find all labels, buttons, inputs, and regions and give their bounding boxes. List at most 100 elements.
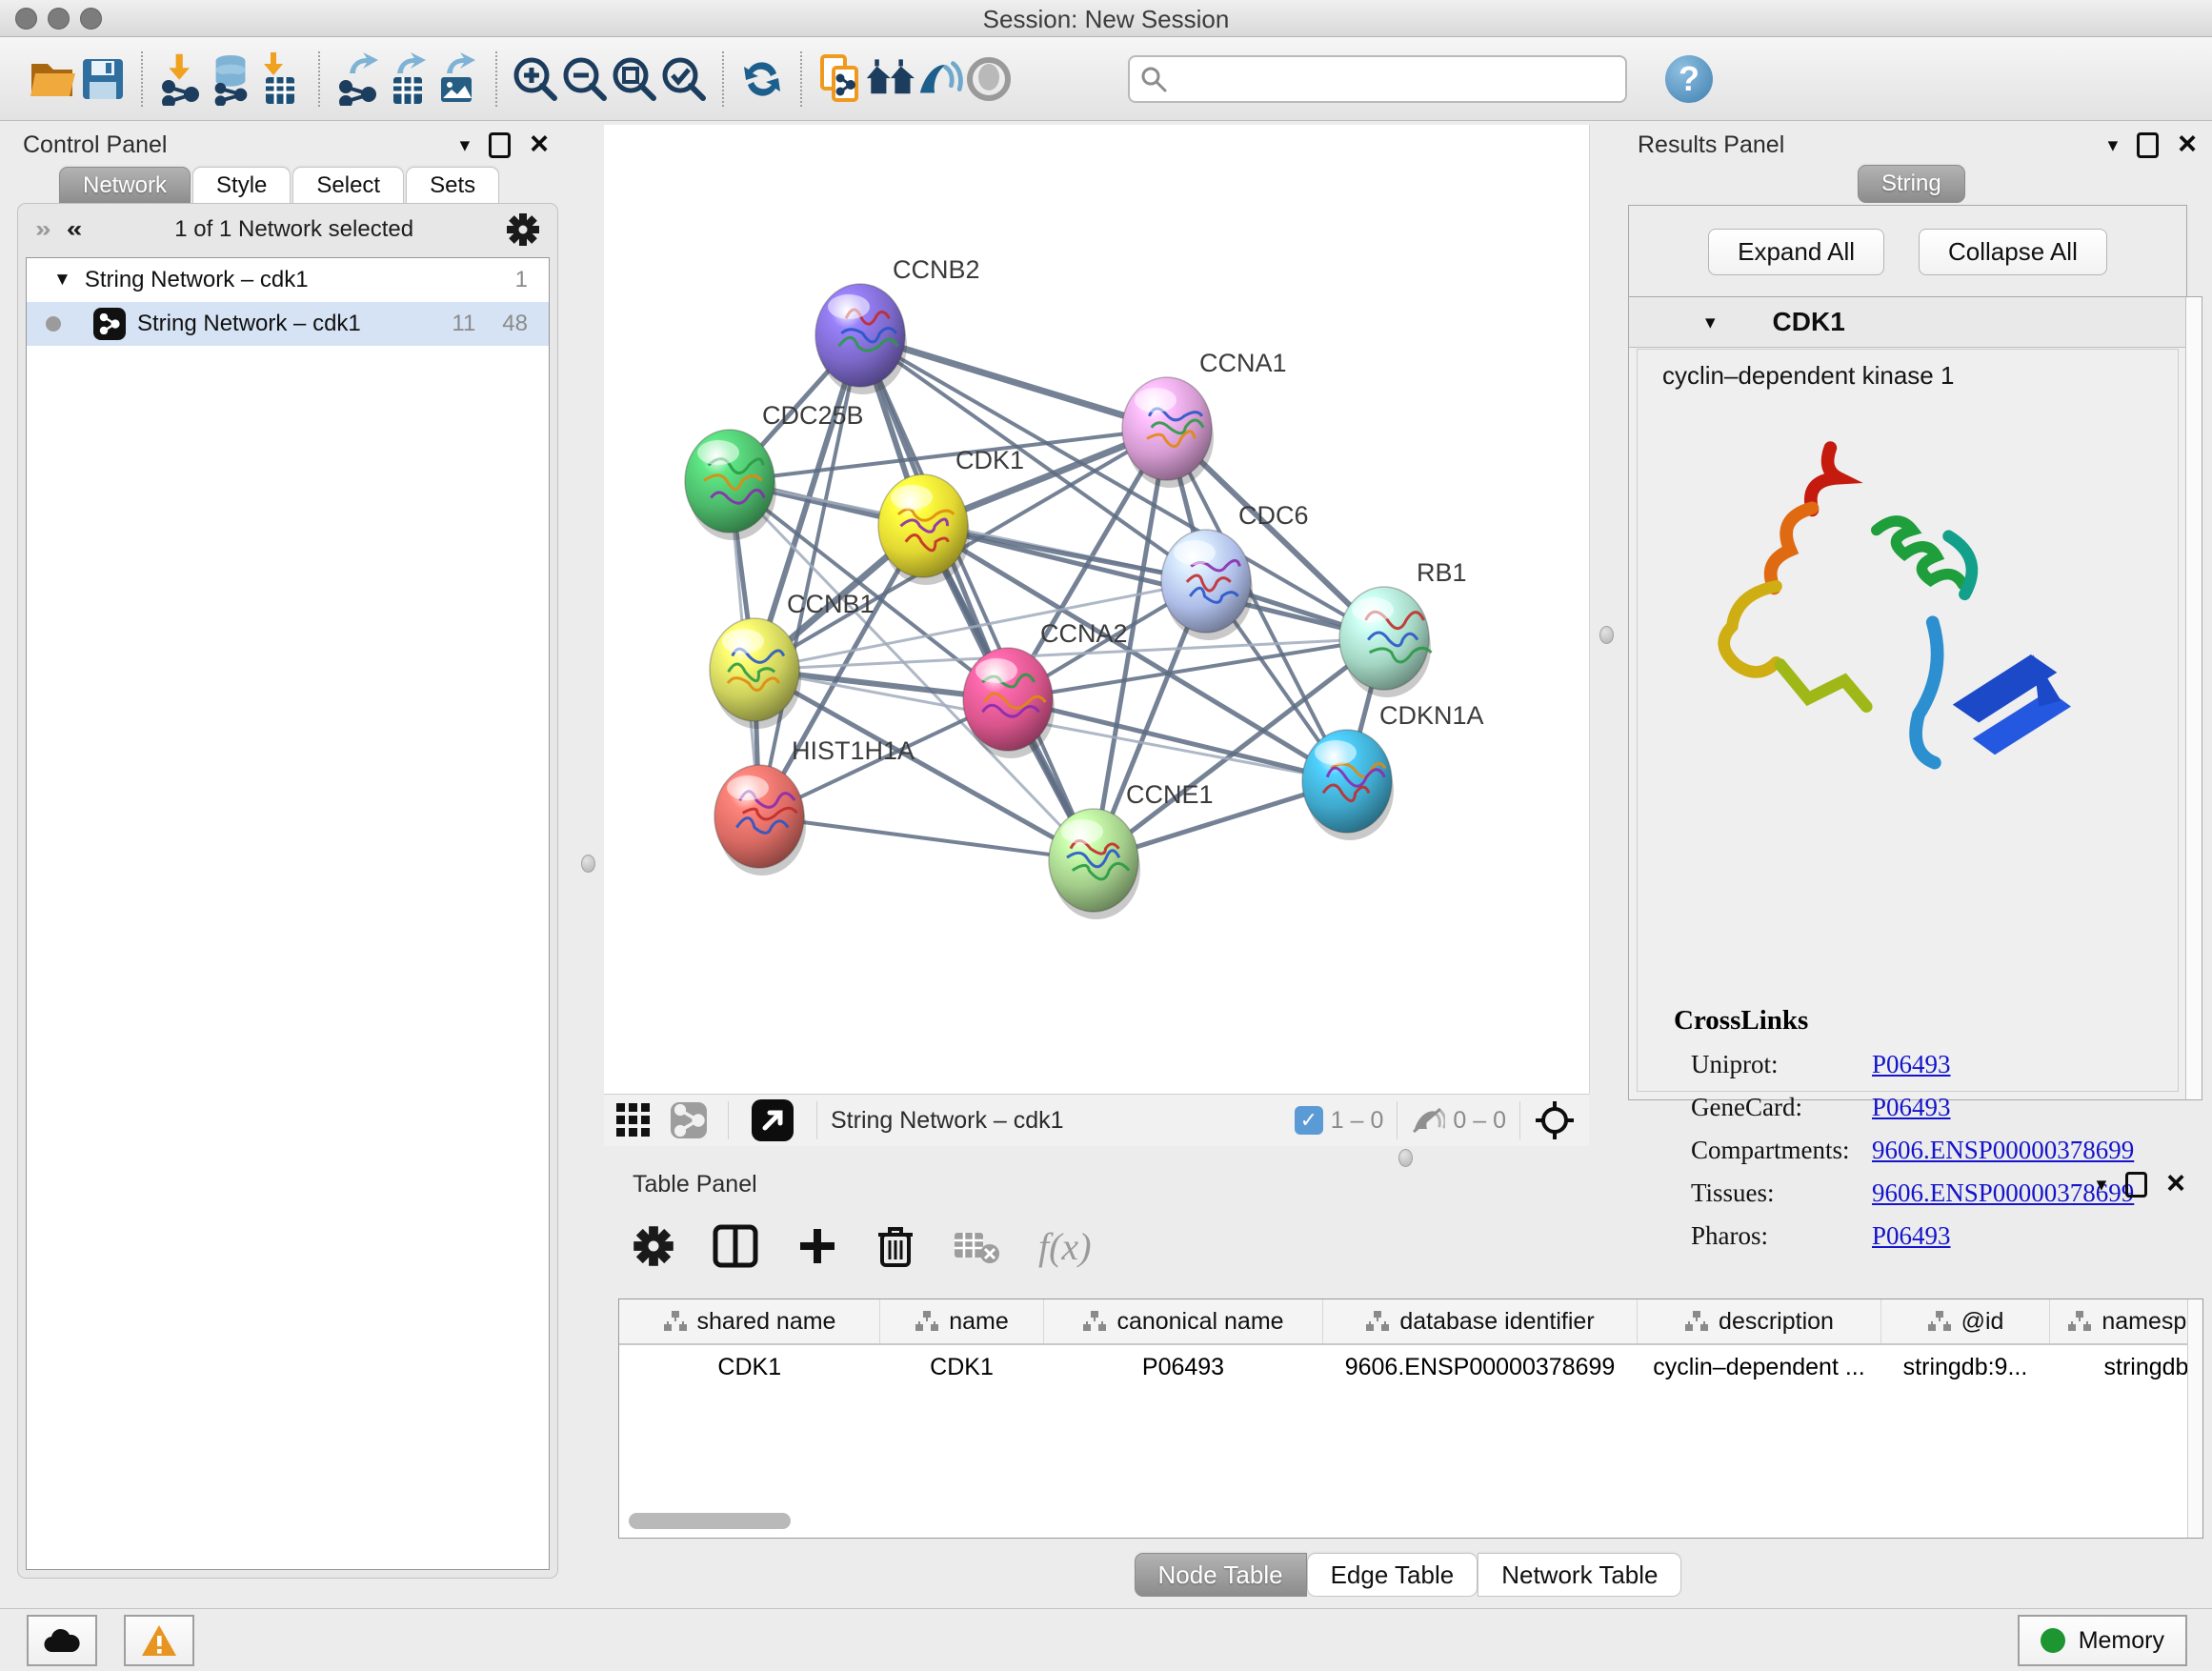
table-horizontal-scrollbar[interactable] [629, 1513, 791, 1529]
birdseye-grid-button[interactable] [604, 1094, 663, 1147]
zoom-in-button[interactable] [511, 52, 560, 106]
crosslink-link[interactable]: 9606.ENSP00000378699 [1872, 1136, 2134, 1165]
column-header-shared-name[interactable]: shared name [619, 1299, 880, 1344]
close-panel-icon[interactable]: × [2178, 131, 2197, 157]
cloud-status-button[interactable] [27, 1615, 97, 1666]
string-home-button[interactable] [865, 52, 915, 106]
float-panel-icon[interactable] [2125, 1172, 2147, 1198]
collapse-panel-icon[interactable]: ▾ [2097, 1175, 2107, 1195]
zoom-out-button[interactable] [560, 52, 610, 106]
crosslink-link[interactable]: P06493 [1872, 1093, 1951, 1122]
column-header-@id[interactable]: @id [1881, 1299, 2050, 1344]
tree-expand-icon[interactable]: ▼ [53, 270, 71, 291]
column-header-database-identifier[interactable]: database identifier [1323, 1299, 1638, 1344]
open-session-button[interactable] [29, 52, 78, 106]
node-table[interactable]: shared namenamecanonical namedatabase id… [618, 1299, 2203, 1539]
network-overview-button[interactable] [663, 1094, 714, 1147]
separator [1519, 1101, 1520, 1139]
expand-all-button[interactable]: Expand All [1708, 229, 1884, 275]
string-copy-network-button[interactable] [815, 52, 865, 106]
float-panel-icon[interactable] [489, 132, 511, 158]
show-graphics-details-button[interactable] [964, 52, 1014, 106]
network-node-CCNA2[interactable]: CCNA2 [963, 619, 1128, 758]
tab-select[interactable]: Select [292, 167, 404, 205]
apply-layout-button[interactable] [737, 52, 787, 106]
import-table-button[interactable] [255, 52, 305, 106]
hidden-eye-icon[interactable] [1411, 1106, 1445, 1135]
collapse-all-networks-icon[interactable]: «︎ [67, 218, 83, 241]
table-cell[interactable]: 9606.ENSP00000378699 [1323, 1344, 1638, 1389]
selected-checkbox-icon[interactable]: ✓ [1295, 1106, 1323, 1135]
network-options-gear-icon[interactable] [506, 212, 540, 247]
table-options-gear-icon[interactable] [633, 1225, 674, 1267]
search-box[interactable] [1128, 55, 1627, 103]
network-edge[interactable] [759, 816, 1094, 860]
string-network-graph[interactable]: CCNB2CCNA1CDC25BCDK1CDC6RB1CCNB1CCNA2CDK… [604, 125, 1589, 1094]
results-vertical-scrollbar[interactable] [2185, 297, 2202, 1099]
tab-string[interactable]: String [1858, 165, 1965, 203]
open-in-window-button[interactable] [742, 1094, 803, 1147]
tab-sets[interactable]: Sets [406, 167, 499, 205]
delete-column-trash-icon[interactable] [876, 1223, 915, 1269]
table-cell[interactable]: CDK1 [619, 1344, 880, 1389]
column-header-canonical-name[interactable]: canonical name [1044, 1299, 1323, 1344]
right-splitter-handle[interactable] [1599, 626, 1614, 644]
table-vertical-scrollbar[interactable] [2187, 1299, 2202, 1538]
fit-selected-crosshair-icon[interactable] [1534, 1099, 1576, 1141]
node-label: CCNE1 [1126, 780, 1214, 809]
expand-all-networks-icon[interactable]: »︎ [35, 218, 51, 241]
column-header-description[interactable]: description [1638, 1299, 1881, 1344]
enhanced-graphics-toggle-button[interactable] [915, 52, 964, 106]
crosslink-link[interactable]: P06493 [1872, 1050, 1951, 1079]
table-cell[interactable]: P06493 [1044, 1344, 1323, 1389]
network-collection-row[interactable]: ▼ String Network – cdk1 1 [27, 258, 549, 302]
export-image-button[interactable] [432, 52, 482, 106]
table-cell[interactable]: stringdb:9... [1881, 1344, 2050, 1389]
gene-section-header[interactable]: ▾ CDK1 [1629, 297, 2202, 348]
network-node-HIST1H1A[interactable]: HIST1H1A [714, 736, 915, 876]
memory-button[interactable]: Memory [2018, 1615, 2187, 1666]
import-network-database-button[interactable] [206, 52, 255, 106]
table-row[interactable]: CDK1CDK1P064939606.ENSP00000378699cyclin… [619, 1344, 2203, 1389]
gene-collapse-icon[interactable]: ▾ [1705, 312, 1716, 332]
network-node-CCNA1[interactable]: CCNA1 [1122, 349, 1287, 488]
table-cell[interactable]: stringdb [2050, 1344, 2204, 1389]
float-panel-icon[interactable] [2137, 132, 2159, 158]
external-arrow-icon [752, 1099, 794, 1141]
tab-network[interactable]: Network [59, 167, 191, 205]
tab-edge-table[interactable]: Edge Table [1307, 1553, 1478, 1597]
export-table-button[interactable] [383, 52, 432, 106]
search-input[interactable] [1168, 59, 1616, 99]
collapse-all-button[interactable]: Collapse All [1919, 229, 2107, 275]
left-splitter-handle[interactable] [581, 855, 595, 873]
collapse-panel-icon[interactable]: ▾ [460, 135, 471, 155]
collapse-panel-icon[interactable]: ▾ [2108, 135, 2119, 155]
network-view-canvas[interactable]: CCNB2CCNA1CDC25BCDK1CDC6RB1CCNB1CCNA2CDK… [604, 125, 1590, 1094]
network-node-CDK1[interactable]: CDK1 [878, 446, 1024, 585]
save-session-button[interactable] [78, 52, 128, 106]
zoom-selected-button[interactable] [659, 52, 709, 106]
network-node-RB1[interactable]: RB1 [1339, 558, 1467, 697]
warnings-button[interactable] [124, 1615, 194, 1666]
close-panel-icon[interactable]: × [530, 131, 549, 157]
zoom-fit-button[interactable] [610, 52, 659, 106]
column-header-namespace[interactable]: namespace [2050, 1299, 2204, 1344]
network-edge[interactable] [860, 335, 1094, 860]
network-node-CCNB2[interactable]: CCNB2 [815, 255, 980, 394]
table-cell[interactable]: CDK1 [880, 1344, 1044, 1389]
tab-node-table[interactable]: Node Table [1135, 1553, 1307, 1597]
network-node-CDC25B[interactable]: CDC25B [685, 401, 864, 540]
network-node-CCNE1[interactable]: CCNE1 [1049, 780, 1214, 919]
show-columns-icon[interactable] [713, 1224, 758, 1268]
export-network-button[interactable] [333, 52, 383, 106]
close-panel-icon[interactable]: × [2166, 1171, 2185, 1197]
network-node-CDKN1A[interactable]: CDKN1A [1302, 701, 1484, 840]
add-column-plus-icon[interactable] [796, 1225, 838, 1267]
tab-style[interactable]: Style [192, 167, 291, 205]
import-network-file-button[interactable] [156, 52, 206, 106]
table-cell[interactable]: cyclin–dependent ... [1638, 1344, 1881, 1389]
help-button[interactable]: ? [1665, 55, 1713, 103]
column-header-name[interactable]: name [880, 1299, 1044, 1344]
tab-network-table[interactable]: Network Table [1478, 1553, 1681, 1597]
network-row-selected[interactable]: String Network – cdk1 11 48 [27, 302, 549, 346]
